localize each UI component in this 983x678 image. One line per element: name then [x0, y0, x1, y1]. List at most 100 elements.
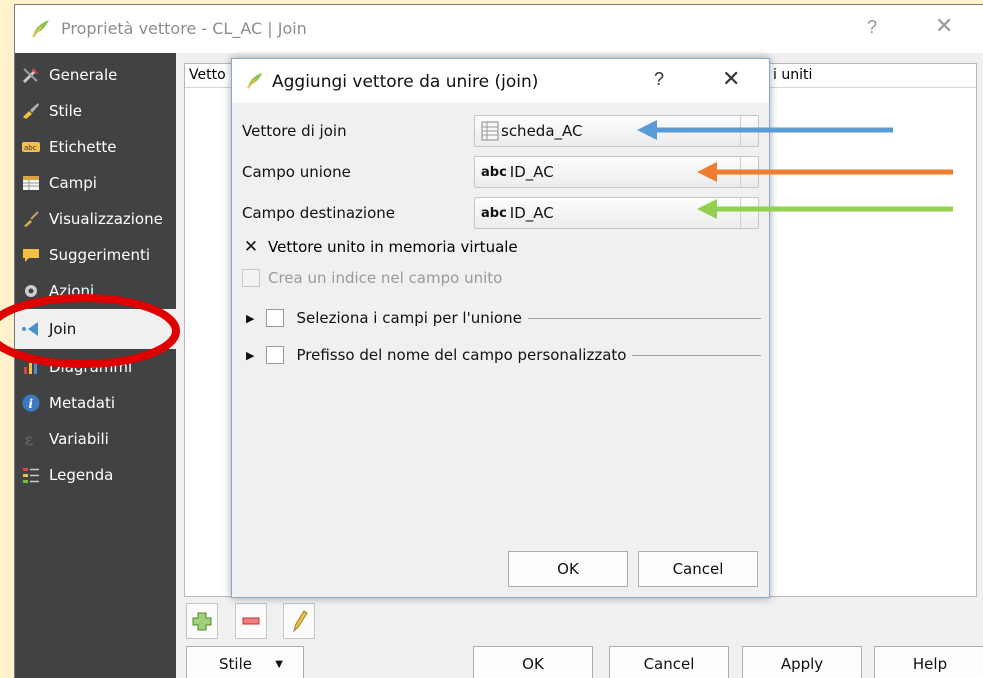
apply-button[interactable]: Apply	[742, 646, 862, 678]
legend-icon	[23, 468, 39, 483]
qgis-logo-icon	[32, 20, 49, 38]
expand-arrow-icon[interactable]: ▶	[246, 349, 254, 362]
checkbox-unchecked	[242, 269, 260, 287]
sidebar-item-azioni[interactable]: Azioni	[15, 273, 176, 309]
svg-text:abc: abc	[24, 144, 37, 152]
dropdown-arrow-icon	[740, 116, 758, 146]
join-layer-label: Vettore di join	[242, 122, 347, 140]
column-header-vettore[interactable]: Vetto	[189, 67, 226, 83]
cancel-label: Cancel	[672, 560, 724, 578]
sidebar-item-metadati[interactable]: i Metadati	[15, 385, 176, 421]
dropdown-arrow-icon	[740, 198, 758, 228]
qgis-logo-icon	[246, 72, 263, 89]
sidebar-item-label: Metadati	[49, 394, 116, 412]
dialog-cancel-button[interactable]: Cancel	[638, 551, 758, 587]
help-button[interactable]: Help	[874, 646, 983, 678]
sidebar-item-label: Diagrammi	[49, 358, 133, 376]
dialog-ok-button[interactable]: OK	[508, 551, 628, 587]
target-field-value: ID_AC	[509, 204, 554, 222]
pencil-icon	[292, 610, 308, 633]
dropdown-arrow-icon	[740, 157, 758, 187]
dialog-titlebar: Aggiungi vettore da unire (join) ? ✕	[232, 59, 769, 103]
join-field-select[interactable]: abc ID_AC	[474, 156, 759, 188]
sidebar-item-label: Join	[49, 320, 77, 338]
ok-label: OK	[522, 655, 544, 673]
close-icon[interactable]: ✕	[935, 14, 953, 39]
ok-label: OK	[557, 560, 579, 578]
brush-icon	[24, 211, 39, 227]
paintbrush-icon	[23, 103, 39, 119]
window-titlebar: Proprietà vettore - CL_AC | Join ? ✕	[15, 5, 983, 53]
sidebar-item-visualizzazione[interactable]: Visualizzazione	[15, 201, 176, 237]
join-layer-select[interactable]: scheda_AC	[474, 115, 759, 147]
group-divider	[632, 354, 761, 356]
cache-join-checkbox[interactable]: ✕ Vettore unito in memoria virtuale	[242, 237, 518, 257]
subset-fields-label: Seleziona i campi per l'unione	[296, 309, 522, 327]
ok-button[interactable]: OK	[473, 646, 593, 678]
diagram-icon	[24, 360, 37, 374]
join-field-value: ID_AC	[509, 163, 554, 181]
dropdown-arrow-icon: ▼	[275, 658, 283, 670]
epsilon-icon: ε	[25, 430, 33, 449]
string-field-icon: abc	[481, 164, 507, 180]
cancel-button[interactable]: Cancel	[609, 646, 729, 678]
plus-icon	[192, 612, 212, 631]
dialog-title: Aggiungi vettore da unire (join)	[272, 72, 539, 92]
sidebar-item-etichette[interactable]: abc Etichette	[15, 129, 176, 165]
tools-icon	[22, 68, 38, 84]
join-layer-value: scheda_AC	[501, 122, 583, 140]
add-join-button[interactable]	[186, 603, 218, 639]
string-field-icon: abc	[481, 205, 507, 221]
group-divider	[527, 317, 761, 319]
cache-join-label: Vettore unito in memoria virtuale	[268, 238, 518, 256]
sidebar-item-label: Variabili	[49, 430, 109, 448]
sidebar-item-label: Campi	[49, 174, 97, 192]
expand-arrow-icon[interactable]: ▶	[246, 312, 254, 325]
create-index-checkbox: Crea un indice nel campo unito	[242, 269, 502, 287]
sidebar: Generale Stile abc Etichette Campi Visua…	[15, 53, 176, 678]
target-field-select[interactable]: abc ID_AC	[474, 197, 759, 229]
svg-text:i: i	[29, 397, 34, 411]
edit-join-button[interactable]	[283, 603, 315, 639]
sidebar-item-variabili[interactable]: ε Variabili	[15, 421, 176, 457]
style-menu-button[interactable]: Stile ▼	[186, 646, 304, 678]
sidebar-item-suggerimenti[interactable]: Suggerimenti	[15, 237, 176, 273]
sidebar-item-label: Visualizzazione	[49, 210, 163, 228]
style-button-label: Stile	[219, 655, 252, 673]
sidebar-item-label: Generale	[49, 66, 118, 84]
custom-prefix-label: Prefisso del nome del campo personalizza…	[296, 346, 627, 364]
info-icon: i	[22, 394, 40, 412]
minus-icon	[242, 617, 260, 625]
add-join-dialog: Aggiungi vettore da unire (join) ? ✕ Vet…	[231, 58, 770, 598]
close-icon[interactable]: ✕	[722, 67, 740, 92]
custom-prefix-group[interactable]: ▶ Prefisso del nome del campo personaliz…	[246, 346, 761, 364]
window-title: Proprietà vettore - CL_AC | Join	[61, 19, 307, 38]
sidebar-item-label: Suggerimenti	[49, 246, 151, 264]
checkbox-unchecked[interactable]	[266, 346, 285, 364]
sidebar-item-diagrammi[interactable]: Diagrammi	[15, 349, 176, 385]
sidebar-item-label: Etichette	[49, 138, 117, 156]
sidebar-item-generale[interactable]: Generale	[15, 57, 176, 93]
sidebar-item-stile[interactable]: Stile	[15, 93, 176, 129]
join-icon	[22, 322, 38, 336]
join-field-label: Campo unione	[242, 163, 351, 181]
create-index-label: Crea un indice nel campo unito	[268, 269, 503, 287]
sidebar-item-join[interactable]: Join	[15, 309, 176, 349]
sidebar-item-label: Azioni	[49, 282, 95, 300]
cancel-label: Cancel	[643, 655, 695, 673]
sidebar-item-campi[interactable]: Campi	[15, 165, 176, 201]
svg-text:ε: ε	[25, 430, 33, 449]
help-icon[interactable]: ?	[654, 69, 664, 90]
column-header-campi-uniti[interactable]: i uniti	[773, 67, 812, 83]
checkbox-unchecked[interactable]	[266, 309, 285, 327]
help-icon[interactable]: ?	[867, 17, 877, 38]
sidebar-item-legenda[interactable]: Legenda	[15, 457, 176, 493]
speech-bubble-icon	[23, 249, 39, 262]
remove-join-button[interactable]	[235, 603, 267, 639]
gear-icon	[25, 285, 37, 297]
checkbox-checked[interactable]: ✕	[242, 237, 260, 257]
table-layer-icon	[481, 121, 499, 141]
help-label: Help	[912, 655, 948, 673]
sidebar-item-label: Stile	[49, 102, 82, 120]
subset-fields-group[interactable]: ▶ Seleziona i campi per l'unione	[246, 309, 761, 327]
